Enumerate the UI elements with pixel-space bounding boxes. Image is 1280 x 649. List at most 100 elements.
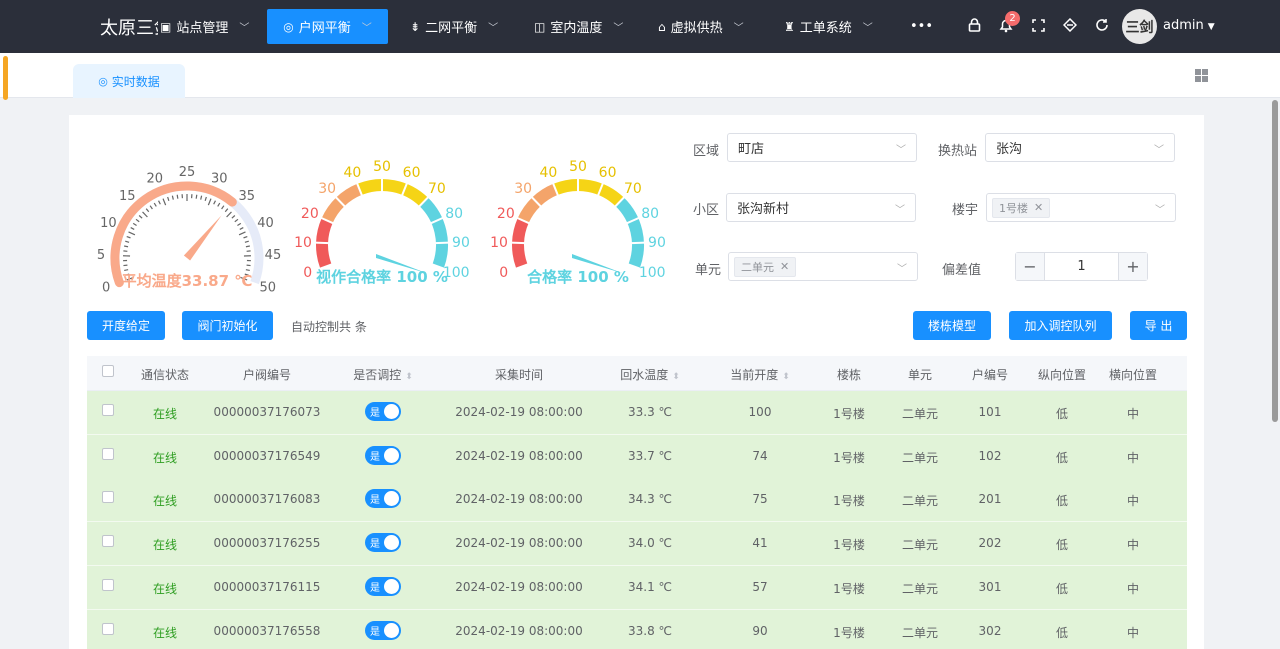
row-checkbox[interactable] <box>102 447 114 460</box>
control-toggle[interactable]: 是 <box>365 402 401 421</box>
gauge-tick <box>244 240 249 243</box>
table-row[interactable]: 在线 00000037176558 2024-02-19 08:00:00 33.8 … <box>87 609 1187 649</box>
column-header: 户编号 <box>971 368 1009 382</box>
table-cell: 在线 <box>152 407 178 421</box>
table-row[interactable]: 在线 00000037176073 2024-02-19 08:00:00 33.3 … <box>87 391 1187 435</box>
gauge-tick <box>138 215 143 219</box>
row-checkbox[interactable] <box>102 578 114 591</box>
nav-item-1[interactable]: ◎ 户网平衡 ﹀ <box>267 9 388 44</box>
building-select[interactable]: 1号楼 ✕ ﹀ <box>986 193 1176 222</box>
control-toggle[interactable]: 是 <box>365 533 401 553</box>
nav-icon: ◎ <box>283 19 294 34</box>
refresh-icon[interactable] <box>1094 17 1110 33</box>
station-label: 换热站 <box>938 144 978 159</box>
gauge-tick <box>126 235 131 239</box>
avg-temp-gauge: 05101520 25 3035404550平均温度33.87 ℃ <box>97 165 281 295</box>
grid-icon[interactable] <box>1195 69 1208 82</box>
table-cell: 在线 <box>152 494 178 509</box>
table-cell: 二单元 <box>901 581 939 596</box>
gauge-label: 合格率 100 % <box>526 268 629 286</box>
gauge-tick-label: 80 <box>641 206 659 222</box>
nav-item-4[interactable]: ⌂ 虚拟供热 ﹀ <box>648 9 754 44</box>
row-checkbox[interactable] <box>102 491 114 504</box>
export-button[interactable]: 导 出 <box>1130 311 1187 340</box>
theme-icon[interactable] <box>1062 17 1078 33</box>
building-tag: 1号楼 ✕ <box>992 197 1051 218</box>
select-all-checkbox[interactable] <box>102 365 114 377</box>
table-row[interactable]: 在线 00000037176255 2024-02-19 08:00:00 34.0 … <box>87 522 1187 567</box>
sort-icon[interactable]: ⬍ <box>405 372 413 382</box>
chevron-down-icon: ﹀ <box>862 23 873 34</box>
sidebar-toggle[interactable] <box>3 56 8 100</box>
avatar[interactable]: 三剑 <box>1122 9 1157 44</box>
table-cell: 中 <box>1126 407 1140 421</box>
page-scrollbar[interactable] <box>1272 100 1278 422</box>
table-row[interactable]: 在线 00000037176115 2024-02-19 08:00:00 34.1 … <box>87 565 1187 610</box>
control-toggle[interactable]: 是 <box>365 445 401 465</box>
notification-badge: 2 <box>1005 11 1020 26</box>
table-cell: 低 <box>1055 625 1069 640</box>
nav-more-button[interactable]: ••• <box>900 9 943 44</box>
column-header: 楼栋 <box>836 368 862 382</box>
unit-select[interactable]: 二单元 ✕ ﹀ <box>728 252 918 281</box>
gauge-tick-label: 90 <box>648 235 666 251</box>
gauge-tick-label: 50 <box>373 159 391 175</box>
target-icon: ◎ <box>98 74 108 88</box>
table-cell: 202 <box>978 536 1002 551</box>
close-icon[interactable]: ✕ <box>780 260 789 273</box>
gauge-label: 平均温度33.87 ℃ <box>122 272 253 290</box>
user-menu[interactable]: admin ▼ <box>1163 18 1215 33</box>
gauge-tick <box>145 208 150 213</box>
column-header[interactable]: 回水温度 ⬍ <box>620 366 680 383</box>
add-queue-button[interactable]: 加入调控队列 <box>1009 311 1112 340</box>
decrement-button[interactable]: − <box>1016 253 1045 280</box>
gauge-tick-label: 40 <box>539 165 557 181</box>
column-header: 横向位置 <box>1108 368 1158 382</box>
lock-icon[interactable] <box>966 17 982 33</box>
table-cell: 1号楼 <box>833 581 865 596</box>
community-select[interactable]: 张沟新村 ﹀ <box>726 193 916 222</box>
fullscreen-icon[interactable] <box>1030 17 1046 33</box>
station-select[interactable]: 张沟 ﹀ <box>985 133 1175 162</box>
row-checkbox[interactable] <box>102 404 114 416</box>
gauge-tick <box>245 269 250 272</box>
gauge-tick-label: 20 <box>301 206 319 222</box>
control-toggle[interactable]: 是 <box>365 489 401 509</box>
gauge-tick-label: 0 <box>303 265 312 281</box>
region-select[interactable]: 町店 ﹀ <box>727 133 917 162</box>
nav-item-2[interactable]: ⇟ 二网平衡 ﹀ <box>400 9 508 44</box>
table-cell: 二单元 <box>901 450 939 465</box>
table-row[interactable]: 在线 00000037176549 2024-02-19 08:00:00 33.7 … <box>87 434 1187 479</box>
table-cell: 33.3 ℃ <box>627 405 673 419</box>
deviation-input[interactable]: 1 <box>1045 253 1118 280</box>
gauge-tick <box>130 227 135 230</box>
control-toggle[interactable]: 是 <box>365 576 401 596</box>
gauge-tick <box>234 218 239 223</box>
nav-item-0[interactable]: ▣ 站点管理 ﹀ <box>150 9 259 44</box>
close-icon[interactable]: ✕ <box>1034 201 1043 214</box>
open-set-button[interactable]: 开度给定 <box>87 311 165 340</box>
building-model-button[interactable]: 楼栋模型 <box>913 311 991 340</box>
chevron-down-icon: ﹀ <box>896 145 906 156</box>
row-checkbox[interactable] <box>102 622 114 635</box>
tab-realtime-data[interactable]: ◎ 实时数据 <box>73 64 185 98</box>
gauge-tick-label: 20 <box>497 206 515 222</box>
sort-icon[interactable]: ⬍ <box>672 372 680 382</box>
column-header[interactable]: 是否调控 ⬍ <box>353 366 413 383</box>
table-row[interactable]: 在线 00000037176083 2024-02-19 08:00:00 34.3 … <box>87 478 1187 523</box>
nav-item-3[interactable]: ◫ 室内温度 ﹀ <box>524 9 633 44</box>
table-cell: 00000037176083 <box>213 492 321 507</box>
sort-icon[interactable]: ⬍ <box>782 372 790 382</box>
gauge-tick-label: 20 <box>147 171 164 186</box>
nav-item-5[interactable]: ♜ 工单系统 ﹀ <box>774 9 883 44</box>
table-cell: 00000037176549 <box>213 448 321 463</box>
gauge-tick-label: 100 <box>639 265 666 281</box>
gauge-tick <box>128 231 136 236</box>
row-checkbox[interactable] <box>102 535 114 548</box>
control-toggle[interactable]: 是 <box>365 620 401 640</box>
valve-init-button[interactable]: 阀门初始化 <box>182 311 273 340</box>
gauge-tick-label: 30 <box>211 171 228 186</box>
increment-button[interactable]: + <box>1118 253 1147 280</box>
column-header[interactable]: 当前开度 ⬍ <box>730 366 790 383</box>
table-cell: 34.0 ℃ <box>627 536 673 551</box>
